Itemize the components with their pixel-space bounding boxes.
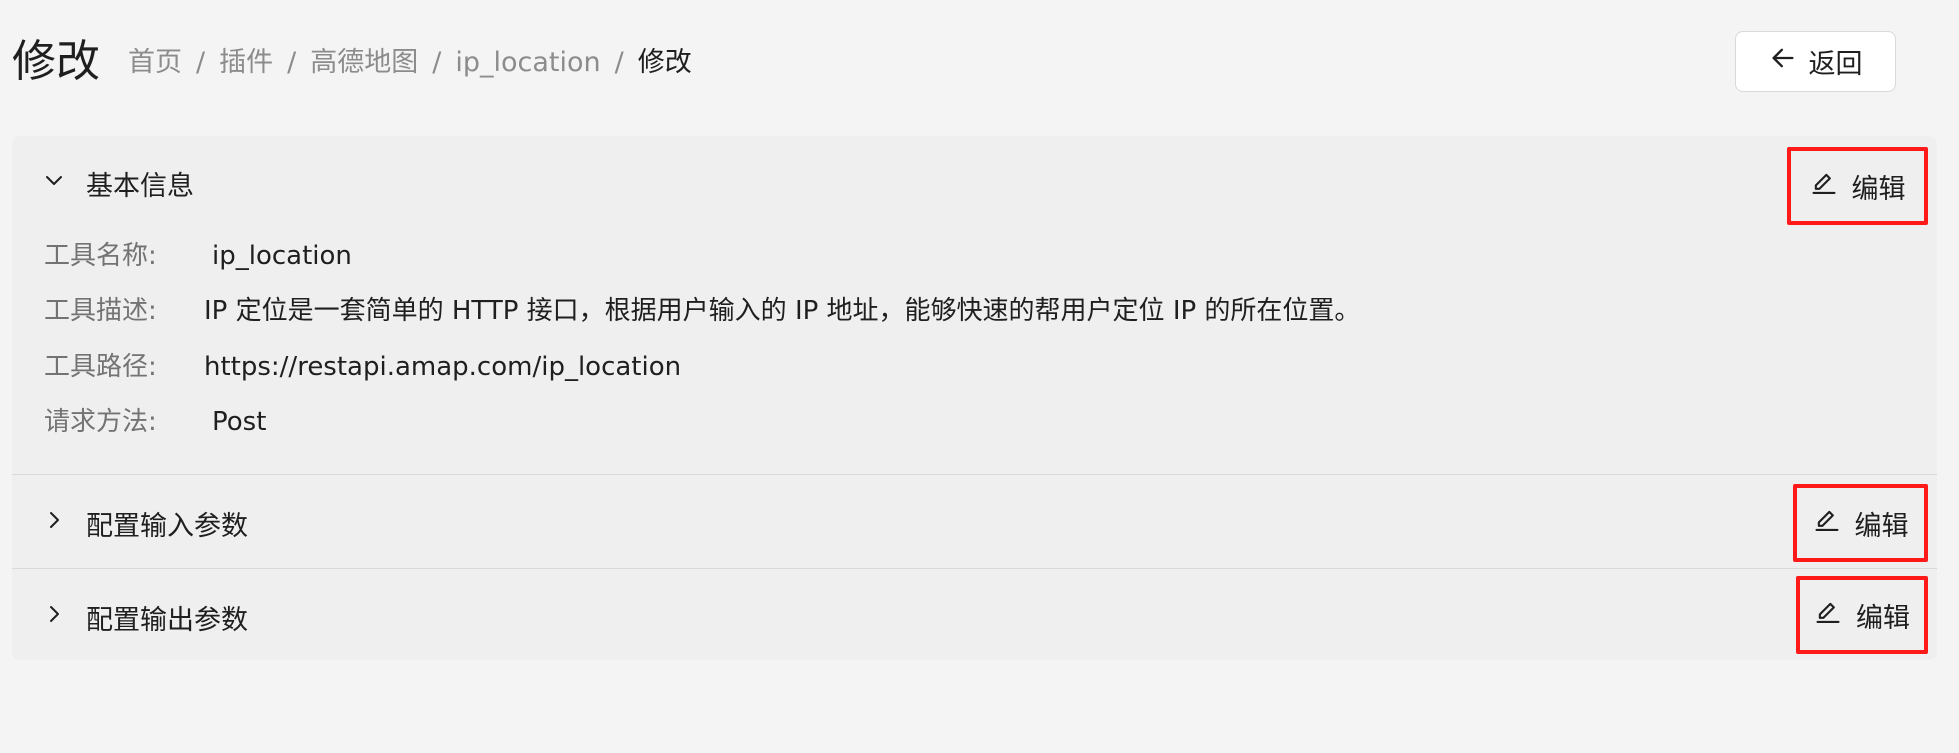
page-header: 修改 首页 / 插件 / 高德地图 / ip_location / 修改 返回 [12, 28, 1959, 98]
breadcrumb-separator: / [287, 47, 297, 78]
tool-config-panel: 基本信息 编辑 工具名称: ip_location 工具描述: IP 定位是一套简单… [12, 136, 1937, 660]
field-value: https://restapi.amap.com/ip_location [204, 352, 682, 382]
field-value: IP 定位是一套简单的 HTTP 接口，根据用户输入的 IP 地址，能够快速的帮… [204, 296, 1361, 326]
edit-button-label: 编辑 [1851, 173, 1906, 205]
breadcrumb-separator: / [196, 47, 206, 78]
back-button[interactable]: 返回 [1735, 31, 1896, 92]
page-title: 修改 [12, 36, 100, 87]
field-tool-description: 工具描述: IP 定位是一套简单的 HTTP 接口，根据用户输入的 IP 地址，能… [44, 294, 1360, 328]
section-output-params-title: 配置输出参数 [86, 604, 248, 636]
arrow-left-icon [1769, 44, 1797, 79]
field-tool-name: 工具名称: ip_location [44, 239, 352, 273]
chevron-right-icon [42, 508, 66, 539]
field-request-method: 请求方法: Post [44, 405, 266, 439]
breadcrumb-separator: / [432, 47, 442, 78]
section-output-params-header[interactable]: 配置输出参数 [42, 597, 248, 637]
section-input-params-header[interactable]: 配置输入参数 [42, 503, 248, 543]
breadcrumb-plugins[interactable]: 插件 [219, 47, 273, 78]
field-tool-path: 工具路径: https://restapi.amap.com/ip_locatio… [44, 350, 681, 384]
pencil-icon [1810, 169, 1838, 204]
section-output-params: 配置输出参数 编辑 [12, 569, 1937, 660]
section-basic-info-title: 基本信息 [86, 170, 194, 202]
breadcrumb-amap[interactable]: 高德地图 [310, 47, 418, 78]
pencil-icon [1814, 598, 1842, 633]
breadcrumb: 首页 / 插件 / 高德地图 / ip_location / 修改 [128, 46, 692, 80]
back-button-label: 返回 [1808, 49, 1863, 80]
edit-button-label: 编辑 [1856, 602, 1910, 634]
breadcrumb-current: 修改 [637, 47, 692, 78]
field-value: Post [212, 407, 267, 437]
edit-basic-info-button[interactable]: 编辑 [1787, 147, 1928, 225]
field-label: 工具名称: [44, 241, 157, 271]
breadcrumb-separator: / [614, 47, 624, 78]
edit-output-params-button[interactable]: 编辑 [1796, 576, 1928, 654]
section-input-params: 配置输入参数 编辑 [12, 475, 1937, 568]
field-label: 工具描述: [44, 296, 157, 326]
breadcrumb-home[interactable]: 首页 [128, 47, 182, 78]
chevron-down-icon [42, 168, 66, 199]
pencil-icon [1813, 506, 1841, 541]
field-label: 请求方法: [44, 407, 157, 437]
section-input-params-title: 配置输入参数 [86, 510, 248, 542]
field-label: 工具路径: [44, 352, 157, 382]
edit-button-label: 编辑 [1854, 510, 1909, 542]
edit-input-params-button[interactable]: 编辑 [1793, 484, 1928, 562]
chevron-right-icon [42, 602, 66, 633]
section-basic-info: 基本信息 编辑 工具名称: ip_location 工具描述: IP 定位是一套简单… [12, 136, 1937, 474]
section-basic-info-header[interactable]: 基本信息 [42, 163, 194, 203]
field-value: ip_location [212, 241, 352, 271]
breadcrumb-tool[interactable]: ip_location [455, 47, 600, 78]
